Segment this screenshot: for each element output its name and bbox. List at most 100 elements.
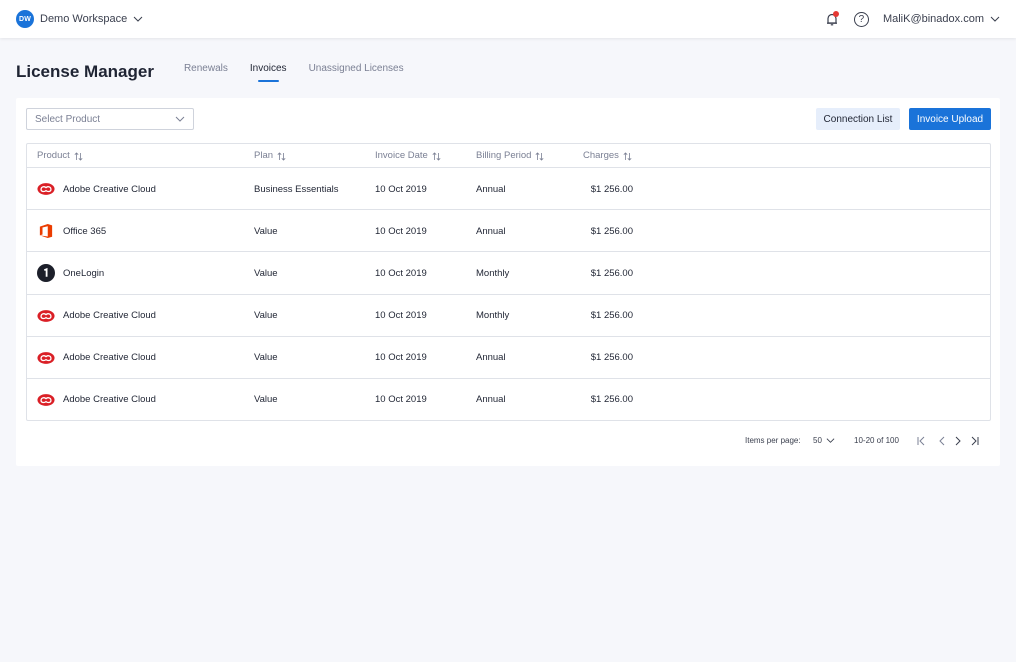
- billing-period-cell: Monthly: [476, 310, 510, 322]
- previous-page-button[interactable]: [936, 434, 948, 448]
- charges-cell: $1 256.00: [590, 225, 633, 237]
- first-page-button[interactable]: [915, 434, 927, 448]
- invoices-card: Select Product Connection List Invoice U…: [16, 98, 1000, 466]
- invoice-date-cell: 10 Oct 2019: [375, 352, 427, 364]
- tab-bar: Renewals Invoices Unassigned Licenses: [184, 63, 404, 82]
- product-cell: Adobe Creative Cloud: [37, 295, 156, 337]
- help-button[interactable]: ?: [853, 11, 869, 27]
- billing-period-cell: Annual: [476, 183, 506, 195]
- column-header-plan[interactable]: Plan: [254, 144, 286, 168]
- plan-cell: Value: [254, 352, 278, 364]
- page-title: License Manager: [16, 62, 154, 81]
- page-header: License Manager Renewals Invoices Unassi…: [16, 60, 404, 82]
- chevron-left-icon: [939, 436, 945, 446]
- charges-cell: $1 256.00: [590, 352, 633, 364]
- items-per-page-label: Items per page:: [745, 436, 801, 445]
- table-row[interactable]: Adobe Creative Cloud Business Essentials…: [27, 168, 990, 211]
- user-menu[interactable]: MaliK@binadox.com: [883, 13, 1000, 25]
- invoice-date-cell: 10 Oct 2019: [375, 310, 427, 322]
- sort-icon: [277, 151, 286, 161]
- invoices-table: Product Plan Invoice Date Billing Period…: [26, 143, 991, 421]
- table-row[interactable]: Office 365 Value 10 Oct 2019 Annual $1 2…: [27, 210, 990, 253]
- tab-renewals[interactable]: Renewals: [184, 63, 228, 79]
- first-page-icon: [917, 436, 925, 446]
- product-cell: Adobe Creative Cloud: [37, 379, 156, 421]
- last-page-button[interactable]: [969, 434, 981, 448]
- tab-unassigned-licenses[interactable]: Unassigned Licenses: [309, 63, 404, 79]
- chevron-down-icon: [133, 16, 143, 22]
- column-header-charges[interactable]: Charges: [583, 144, 632, 168]
- workspace-name: Demo Workspace: [40, 13, 128, 25]
- chevron-down-icon: [990, 16, 1000, 22]
- billing-period-cell: Annual: [476, 225, 506, 237]
- adobe-creative-cloud-icon: [37, 349, 55, 367]
- column-header-billing-period[interactable]: Billing Period: [476, 144, 544, 168]
- charges-cell: $1 256.00: [590, 394, 633, 406]
- invoice-date-cell: 10 Oct 2019: [375, 267, 427, 279]
- invoice-upload-button[interactable]: Invoice Upload: [909, 108, 991, 130]
- billing-period-cell: Annual: [476, 394, 506, 406]
- column-label: Product: [37, 150, 70, 161]
- product-name: Adobe Creative Cloud: [63, 394, 156, 406]
- table-row[interactable]: OneLogin Value 10 Oct 2019 Monthly $1 25…: [27, 252, 990, 295]
- office-365-icon: [37, 222, 55, 240]
- workspace-avatar: DW: [16, 10, 34, 28]
- notification-dot: [832, 11, 839, 17]
- product-cell: Adobe Creative Cloud: [37, 168, 156, 210]
- tab-invoices[interactable]: Invoices: [250, 63, 287, 82]
- top-bar: DW Demo Workspace ? MaliK@binadox.com: [0, 0, 1016, 38]
- help-icon: ?: [858, 13, 865, 25]
- workspace-switcher[interactable]: DW Demo Workspace: [16, 10, 143, 28]
- invoice-date-cell: 10 Oct 2019: [375, 183, 427, 195]
- table-row[interactable]: Adobe Creative Cloud Value 10 Oct 2019 M…: [27, 295, 990, 337]
- product-select-placeholder: Select Product: [35, 113, 101, 125]
- product-name: Adobe Creative Cloud: [63, 352, 156, 364]
- sort-icon: [432, 151, 441, 161]
- column-label: Invoice Date: [375, 150, 428, 161]
- plan-cell: Value: [254, 267, 278, 279]
- product-name: Adobe Creative Cloud: [63, 183, 156, 195]
- top-bar-actions: ? MaliK@binadox.com: [824, 11, 1000, 27]
- next-page-button[interactable]: [952, 434, 964, 448]
- column-label: Charges: [583, 150, 619, 161]
- table-header: Product Plan Invoice Date Billing Period…: [27, 144, 990, 168]
- product-cell: OneLogin: [37, 252, 104, 294]
- pagination-range: 10-20 of 100: [854, 436, 899, 445]
- charges-cell: $1 256.00: [590, 183, 633, 195]
- plan-cell: Value: [254, 394, 278, 406]
- product-cell: Adobe Creative Cloud: [37, 337, 156, 379]
- column-header-product[interactable]: Product: [37, 144, 83, 168]
- chevron-down-icon: [826, 438, 835, 443]
- column-label: Billing Period: [476, 150, 532, 161]
- chevron-right-icon: [955, 436, 961, 446]
- pagination: Items per page: 50 10-20 of 100: [16, 434, 1000, 448]
- product-name: Adobe Creative Cloud: [63, 310, 156, 322]
- sort-icon: [74, 151, 83, 161]
- chevron-down-icon: [175, 116, 185, 122]
- connection-list-button[interactable]: Connection List: [816, 108, 900, 130]
- onelogin-icon: [37, 264, 55, 283]
- product-cell: Office 365: [37, 210, 106, 252]
- user-email: MaliK@binadox.com: [882, 13, 984, 25]
- product-name: OneLogin: [63, 267, 105, 279]
- table-row[interactable]: Adobe Creative Cloud Value 10 Oct 2019 A…: [27, 379, 990, 421]
- sort-icon: [535, 151, 544, 161]
- column-header-invoice-date[interactable]: Invoice Date: [375, 144, 441, 168]
- adobe-creative-cloud-icon: [37, 307, 55, 325]
- last-page-icon: [971, 436, 979, 446]
- charges-cell: $1 256.00: [590, 267, 633, 279]
- product-select[interactable]: Select Product: [26, 108, 194, 130]
- adobe-creative-cloud-icon: [37, 180, 55, 198]
- items-per-page-select[interactable]: 50: [813, 436, 835, 445]
- plan-cell: Value: [254, 225, 278, 237]
- invoice-date-cell: 10 Oct 2019: [375, 394, 427, 406]
- plan-cell: Value: [254, 310, 278, 322]
- product-name: Office 365: [63, 225, 107, 237]
- plan-cell: Business Essentials: [254, 183, 339, 195]
- items-per-page-value: 50: [813, 436, 822, 445]
- billing-period-cell: Annual: [476, 352, 506, 364]
- table-row[interactable]: Adobe Creative Cloud Value 10 Oct 2019 A…: [27, 337, 990, 379]
- notification-button[interactable]: [824, 11, 840, 27]
- column-label: Plan: [254, 150, 274, 161]
- invoice-date-cell: 10 Oct 2019: [375, 225, 427, 237]
